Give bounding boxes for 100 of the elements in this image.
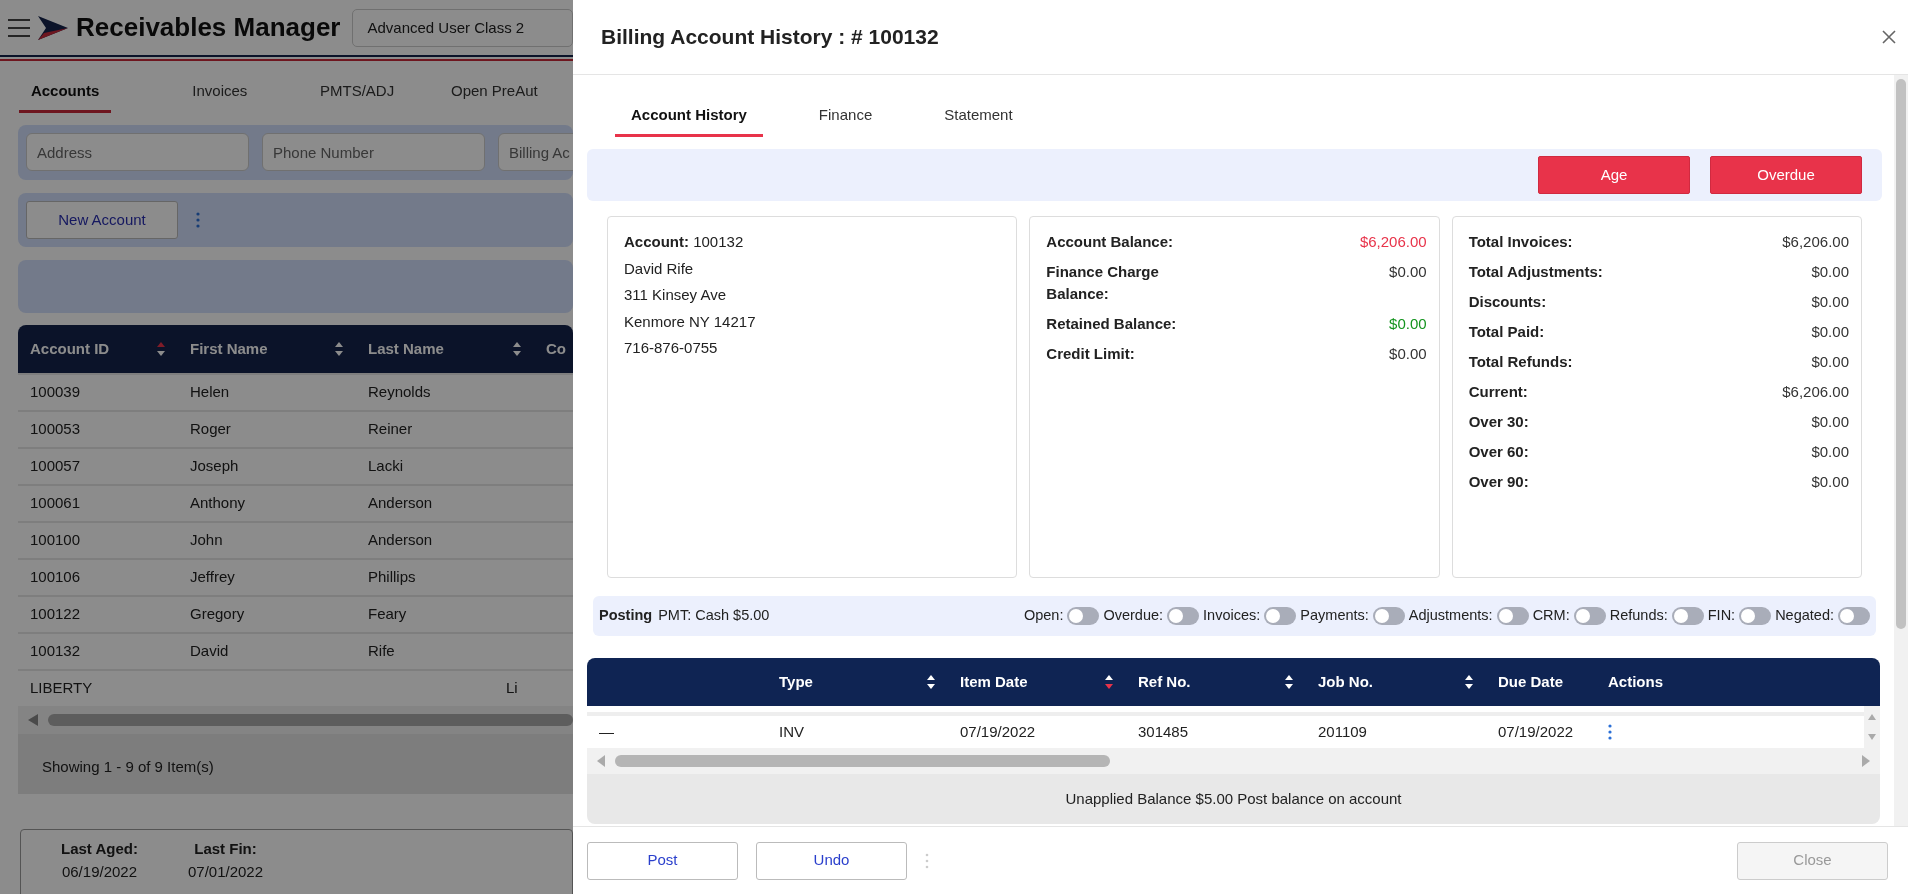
table-cell-text: Phillips <box>368 567 416 588</box>
posting-detail: PMT: Cash $5.00 <box>658 606 770 626</box>
table-cell-text: Jeffrey <box>190 567 235 588</box>
toggle-switch[interactable] <box>1739 607 1772 625</box>
search-field[interactable]: Phone Number <box>262 133 485 171</box>
sort-icon[interactable] <box>1464 674 1474 690</box>
table-cell-text: Anderson <box>368 530 433 551</box>
column-header[interactable]: Ref No. <box>1138 670 1191 694</box>
scrollbar-thumb[interactable] <box>48 714 573 726</box>
footer-button[interactable]: Undo <box>756 841 907 880</box>
table-cell-text: 100039 <box>30 382 81 403</box>
toggle-switch[interactable] <box>1167 607 1200 625</box>
nav-tab[interactable]: PMTS/ADJ <box>298 79 416 113</box>
table-cell-text: Lacki <box>368 456 404 477</box>
column-header[interactable]: Co <box>546 337 568 361</box>
column-header[interactable]: Item Date <box>960 670 1028 694</box>
search-field[interactable]: Address <box>26 133 249 171</box>
column-header[interactable]: Last Name <box>368 337 444 361</box>
scrollbar-thumb[interactable] <box>615 755 1110 767</box>
table-cell-text: David <box>190 641 229 662</box>
balance-value: $0.00 <box>1389 344 1427 364</box>
toggle-label: Refunds: <box>1609 606 1668 626</box>
toggle-switch[interactable] <box>1067 607 1100 625</box>
table-cell-text: Gregory <box>190 604 245 625</box>
column-header[interactable]: Account ID <box>30 337 110 361</box>
sort-icon[interactable] <box>1104 674 1114 690</box>
table-cell-text: 100132 <box>30 641 81 662</box>
account-number: Account: 100132 <box>624 232 745 252</box>
balance-value: $6,206.00 <box>1359 232 1427 252</box>
toggle-switch[interactable] <box>1838 607 1870 625</box>
sort-icon[interactable] <box>926 674 936 690</box>
table-cell-text: Li <box>506 678 518 699</box>
total-value: $0.00 <box>1811 352 1849 372</box>
menu-icon[interactable] <box>8 18 30 37</box>
summary-value: 07/01/2022 <box>187 861 264 882</box>
column-header[interactable]: Due Date <box>1498 670 1566 694</box>
tab[interactable]: Finance <box>802 103 889 137</box>
nav-tab[interactable]: Invoices <box>161 79 279 113</box>
new-account-button[interactable]: New Account <box>26 201 178 239</box>
scroll-left-icon[interactable] <box>28 714 38 726</box>
modal-title: Billing Account History : # 100132 <box>601 24 939 50</box>
action-button[interactable]: Age <box>1538 156 1690 194</box>
toggle-switch[interactable] <box>1496 607 1529 625</box>
total-value: $6,206.00 <box>1782 232 1849 252</box>
total-value: $0.00 <box>1811 412 1849 432</box>
nav-tab[interactable]: Accounts <box>19 79 112 113</box>
balance-label: Account Balance: <box>1046 232 1174 252</box>
close-icon[interactable] <box>1882 30 1896 44</box>
column-header[interactable]: Type <box>779 670 813 694</box>
action-button[interactable]: Overdue <box>1710 156 1862 194</box>
balance-value: $0.00 <box>1389 314 1427 334</box>
table-cell-text: 100100 <box>30 530 81 551</box>
total-label: Current: <box>1468 382 1528 402</box>
total-value: $0.00 <box>1811 262 1849 282</box>
more-options-icon[interactable] <box>196 212 200 228</box>
table-cell-text: — <box>599 721 614 742</box>
table-cell-text: LIBERTY <box>30 678 93 699</box>
address-line: 716-876-0755 <box>624 338 719 358</box>
toggle-label: FIN: <box>1707 606 1736 626</box>
balance-label: Credit Limit: <box>1046 344 1135 364</box>
tab[interactable]: Account History <box>615 103 763 137</box>
more-options-icon[interactable] <box>1608 724 1612 740</box>
balance-label: Finance Charge Balance: <box>1046 262 1160 304</box>
summary-label: Last Fin: <box>193 839 258 859</box>
tab[interactable]: Statement <box>928 103 1029 137</box>
table-cell-text: Reiner <box>368 419 413 440</box>
table-cell-text: 100053 <box>30 419 81 440</box>
toggle-label: Negated: <box>1775 606 1834 626</box>
table-cell-text: 100061 <box>30 493 81 514</box>
toggle-label: Invoices: <box>1203 606 1261 626</box>
column-header[interactable]: Job No. <box>1318 670 1373 694</box>
scroll-up-icon[interactable] <box>1868 714 1876 720</box>
table-cell-text: 07/19/2022 <box>1498 721 1574 742</box>
total-value: $0.00 <box>1811 292 1849 312</box>
footer-button[interactable]: Post <box>587 841 738 880</box>
sort-icon[interactable] <box>1284 674 1294 690</box>
scrollbar-thumb[interactable] <box>1896 79 1906 629</box>
scroll-right-icon[interactable] <box>1862 755 1870 767</box>
total-value: $0.00 <box>1811 472 1849 492</box>
toggle-label: Payments: <box>1300 606 1369 626</box>
scroll-down-icon[interactable] <box>1868 734 1876 740</box>
balance-value: $0.00 <box>1389 262 1427 282</box>
toggle-switch[interactable] <box>1264 607 1297 625</box>
table-cell-text: Reynolds <box>368 382 431 403</box>
total-value: $0.00 <box>1811 442 1849 462</box>
total-value: $0.00 <box>1811 322 1849 342</box>
table-cell-text: Feary <box>368 604 407 625</box>
column-header[interactable]: Actions <box>1608 670 1665 694</box>
toggle-label: Adjustments: <box>1408 606 1493 626</box>
nav-tab[interactable]: Open PreAut <box>435 79 553 113</box>
toggle-switch[interactable] <box>1573 607 1606 625</box>
scroll-left-icon[interactable] <box>597 755 605 767</box>
search-field[interactable]: Billing Ac <box>498 133 573 171</box>
toggle-switch[interactable] <box>1671 607 1704 625</box>
table-cell-text: Helen <box>190 382 230 403</box>
table-cell-text: Anderson <box>368 493 433 514</box>
column-header[interactable]: First Name <box>190 337 268 361</box>
toggle-switch[interactable] <box>1372 607 1405 625</box>
user-class-select[interactable]: Advanced User Class 2 <box>352 8 573 47</box>
address-line: David Rife <box>624 258 695 279</box>
